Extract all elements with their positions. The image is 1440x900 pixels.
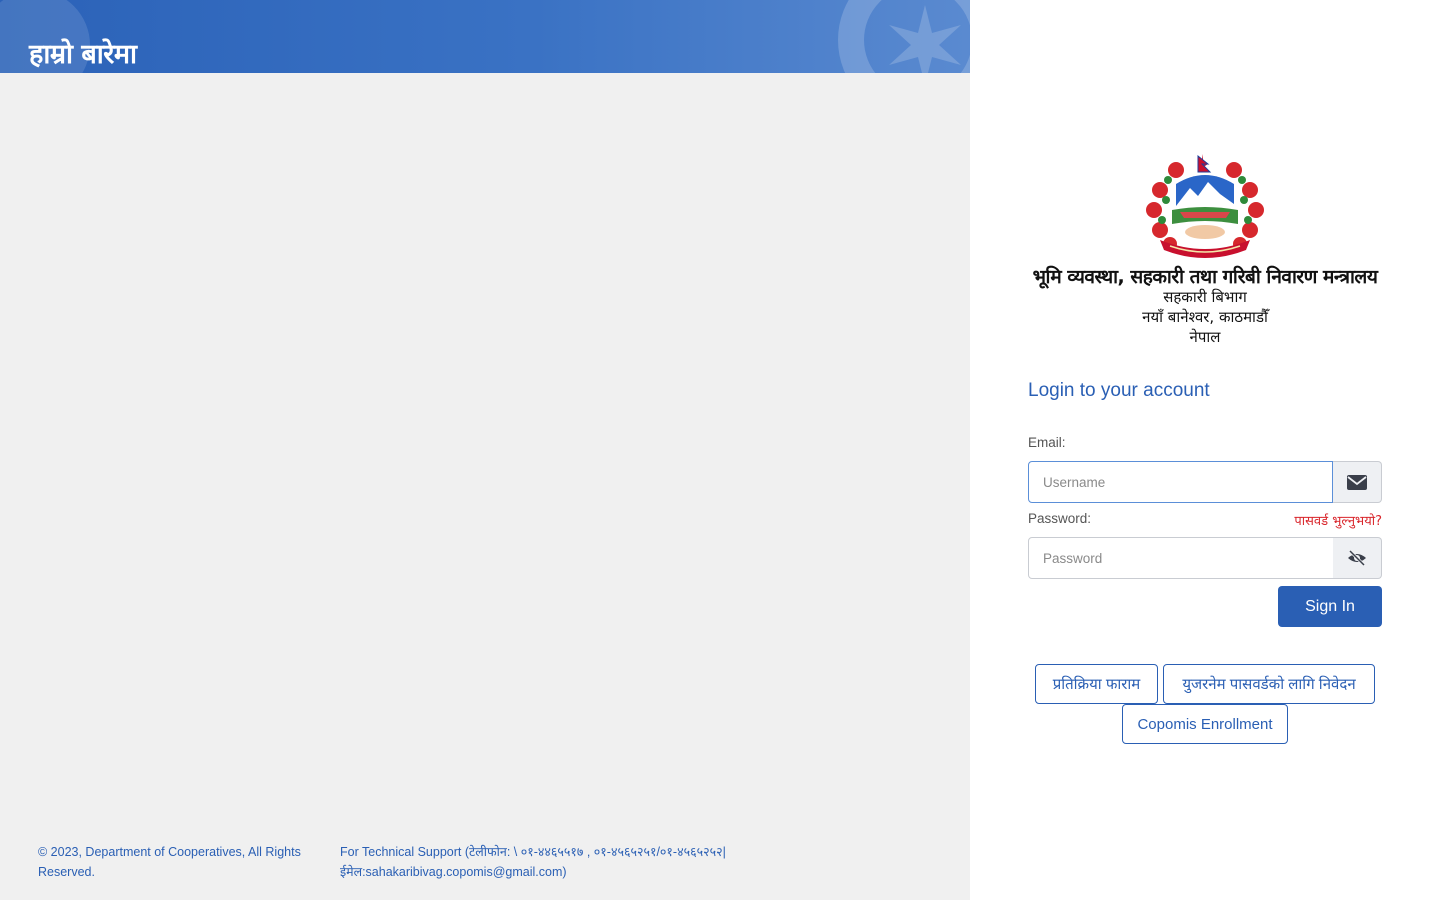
sign-in-button[interactable]: Sign In <box>1278 586 1382 627</box>
email-addon <box>1333 461 1382 503</box>
banner-star-decoration <box>889 5 961 73</box>
toggle-password-button[interactable] <box>1333 537 1382 579</box>
left-panel: हाम्रो बारेमा © 2023, Department of Coop… <box>0 0 970 900</box>
country: नेपाल <box>1189 328 1221 346</box>
ministry-name: भूमि व्यवस्था, सहकारी तथा गरिबी निवारण म… <box>1032 266 1378 288</box>
banner-title: हाम्रो बारेमा <box>29 39 137 70</box>
address: नयाँ बानेश्वर, काठमाडौँ <box>1142 308 1268 326</box>
copyright-text: © 2023, Department of Cooperatives, All … <box>38 845 301 879</box>
email-label: Email: <box>1028 435 1066 450</box>
eye-slash-icon <box>1348 550 1366 566</box>
username-input[interactable] <box>1028 461 1333 503</box>
envelope-icon <box>1347 474 1367 490</box>
copomis-enrollment-button[interactable]: Copomis Enrollment <box>1122 704 1288 744</box>
department-name: सहकारी बिभाग <box>1163 288 1247 306</box>
nepal-emblem-logo <box>1146 154 1264 258</box>
login-title: Login to your account <box>1028 380 1210 401</box>
login-panel: भूमि व्यवस्था, सहकारी तथा गरिबी निवारण म… <box>970 0 1440 900</box>
password-input[interactable] <box>1028 537 1334 579</box>
username-password-request-button[interactable]: युजरनेम पासवर्डको लागि निवेदन <box>1163 664 1375 704</box>
password-label: Password: <box>1028 511 1092 526</box>
technical-support-text: For Technical Support (टेलीफोन: \ ०१-४४६… <box>340 845 726 879</box>
forgot-password-link[interactable]: पासवर्ड भुल्नुभयो? <box>1294 511 1382 529</box>
about-banner: हाम्रो बारेमा <box>0 0 970 73</box>
feedback-form-button[interactable]: प्रतिक्रिया फाराम <box>1035 664 1158 704</box>
